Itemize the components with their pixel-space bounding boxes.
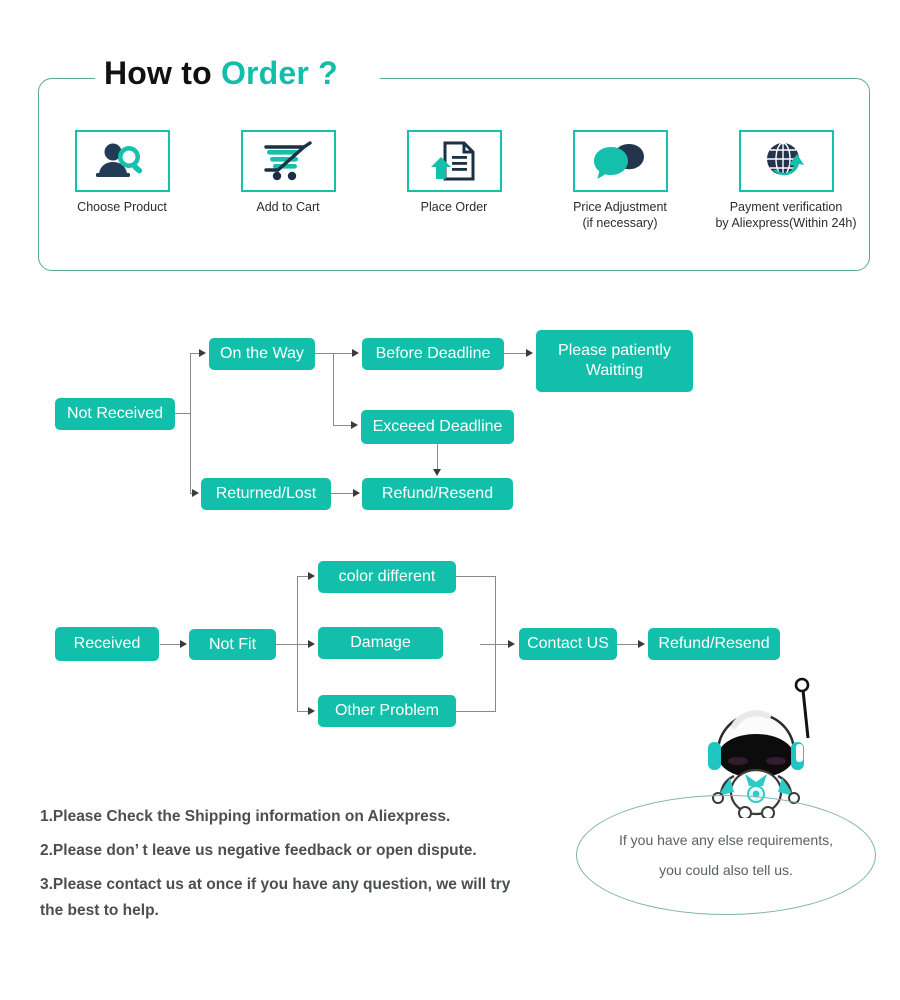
arrow-head [353,489,360,497]
notes-list: 1.Please Check the Shipping information … [40,806,600,934]
page-root: How to Order ? Choose Product Add to Car… [0,0,900,1000]
arrow-head [638,640,645,648]
node-refund-resend-1[interactable]: Refund/Resend [362,478,513,510]
step-icon-box [240,130,336,192]
arrow-head [308,707,315,715]
connector-line [617,644,640,646]
arrow-head [199,349,206,357]
connector-line [276,644,298,646]
page-title: How to Order ? [104,55,338,92]
arrow-head [192,489,199,497]
step-icon-box [406,130,502,192]
step-label-line1: Place Order [420,200,488,214]
step-icon-box [572,130,668,192]
node-returned-lost[interactable]: Returned/Lost [201,478,331,510]
arrow-head [433,469,441,476]
step-label: Add to Cart [204,199,372,215]
step-label-line2: (if necessary) [582,216,658,230]
connector-line [331,493,355,495]
step-label-line1: Price Adjustment [573,200,667,214]
shopping-cart-icon [264,141,312,181]
node-before-deadline[interactable]: Before Deadline [362,338,504,370]
connector-line [504,353,527,355]
step-place-order[interactable]: Place Order [370,130,538,215]
node-on-the-way[interactable]: On the Way [209,338,315,370]
node-other-problem[interactable]: Other Problem [318,695,456,727]
connector-line [480,644,510,646]
arrow-head [352,349,359,357]
step-label: Payment verification by Aliexpress(Withi… [702,199,870,231]
connector-line [190,353,192,494]
connector-line [315,353,355,355]
arrow-head [526,349,533,357]
step-label: Choose Product [38,199,206,215]
order-steps: Choose Product Add to Cart Place Order P… [38,130,870,265]
note-item-1: 1.Please Check the Shipping information … [40,808,451,825]
arrow-head [308,572,315,580]
page-title-part1: How to [104,55,221,91]
step-price-adjustment[interactable]: Price Adjustment (if necessary) [536,130,704,231]
node-received[interactable]: Received [55,627,159,661]
connector-line [456,711,496,713]
requirements-bubble: If you have any else requirements, you c… [576,795,876,915]
step-payment-verification[interactable]: Payment verification by Aliexpress(Withi… [702,130,870,231]
person-search-icon [96,143,143,177]
node-contact-us[interactable]: Contact US [519,628,617,660]
node-please-wait[interactable]: Please patiently Waitting [536,330,693,392]
step-label: Price Adjustment (if necessary) [536,199,704,231]
step-label-line1: Payment verification [729,200,843,214]
note-item-3: 3.Please contact us at once if you have … [40,876,511,893]
connector-line [175,413,191,415]
node-exceed-deadline[interactable]: Exceeed Deadline [361,410,514,444]
node-refund-resend-2[interactable]: Refund/Resend [648,628,780,660]
arrow-head [308,640,315,648]
step-label: Place Order [370,199,538,215]
connector-line [437,444,439,471]
step-label-line1: Choose Product [77,200,167,214]
page-title-part2: Order ? [220,55,338,91]
node-not-fit[interactable]: Not Fit [189,629,276,660]
note-item-2: 2.Please don’ t leave us negative feedba… [40,842,477,859]
node-color-different[interactable]: color different [318,561,456,593]
speech-bubbles-icon [594,144,644,179]
note-item-3-cont: the best to help. [40,902,159,919]
step-choose-product[interactable]: Choose Product [38,130,206,215]
node-please-wait-line1: Please patiently [558,342,671,359]
connector-line [160,644,182,646]
bubble-line-2: you could also tell us. [659,862,793,878]
connector-line [456,576,496,578]
node-please-wait-line2: Waitting [585,362,644,379]
step-label-line2: by Aliexpress(Within 24h) [715,216,857,230]
step-label-line1: Add to Cart [256,200,320,214]
connector-line [333,353,335,425]
step-icon-box [738,130,834,192]
step-add-to-cart[interactable]: Add to Cart [204,130,372,215]
arrow-head [351,421,358,429]
step-icon-box [74,130,170,192]
bubble-line-1: If you have any else requirements, [618,832,833,848]
globe-arrow-icon [767,142,804,176]
arrow-head [180,640,187,648]
document-upload-icon [431,141,475,181]
connector-line [333,425,353,427]
arrow-head [508,640,515,648]
node-not-received[interactable]: Not Received [55,398,175,430]
node-damage[interactable]: Damage [318,627,443,659]
